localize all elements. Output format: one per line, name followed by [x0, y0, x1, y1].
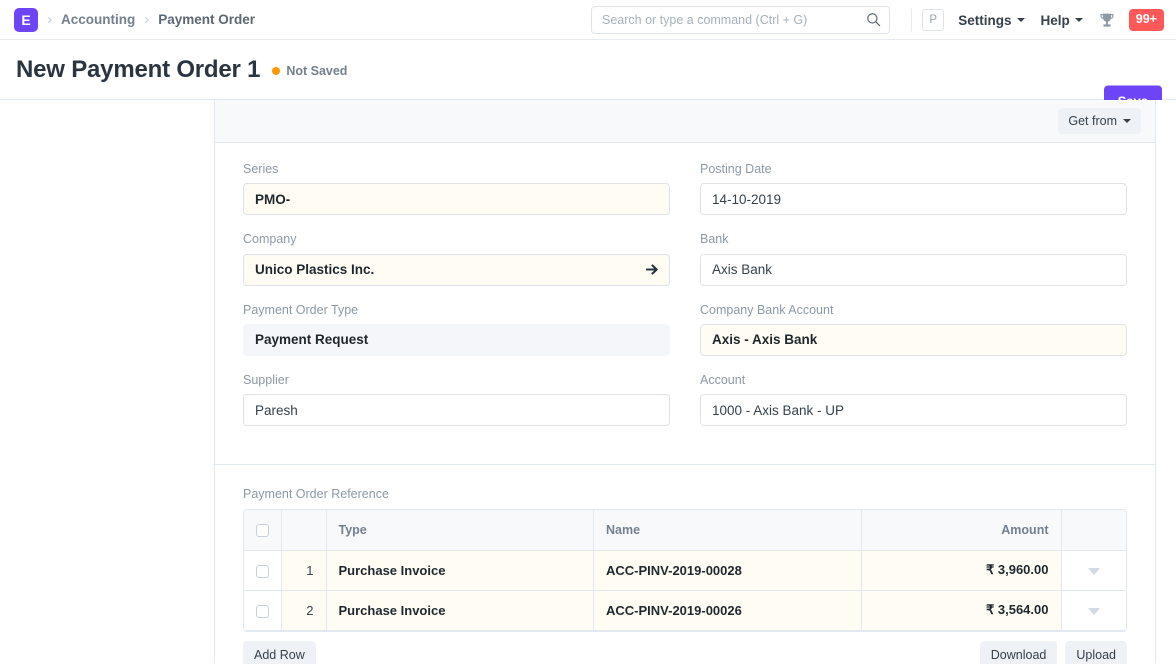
- field-label: Supplier: [243, 372, 289, 387]
- cell-type[interactable]: Purchase Invoice: [326, 550, 594, 591]
- grid-wrapper: Type Name Amount 1 Purchase Invoice ACC-…: [243, 509, 1127, 632]
- form-section: Series PMO- Posting Date 14-10-2019 Comp…: [215, 143, 1155, 465]
- breadcrumb-accounting[interactable]: Accounting: [61, 12, 135, 27]
- help-label: Help: [1040, 12, 1070, 28]
- search-container: [591, 6, 890, 34]
- column-header-name[interactable]: Name: [593, 510, 862, 551]
- field-account: Account 1000 - Axis Bank - UP: [700, 372, 1127, 426]
- grid-footer-actions: Download Upload: [979, 640, 1127, 664]
- row-index: 1: [281, 550, 327, 591]
- get-from-button[interactable]: Get from: [1058, 108, 1141, 134]
- table-body: 1 Purchase Invoice ACC-PINV-2019-00028 ₹…: [244, 550, 1126, 631]
- field-label: Account: [700, 372, 746, 387]
- page-title: New Payment Order 1: [16, 55, 261, 83]
- breadcrumb-payment-order[interactable]: Payment Order: [158, 12, 255, 27]
- navbar-right: P Settings Help 99+: [911, 0, 1164, 40]
- column-header-type[interactable]: Type: [326, 510, 594, 551]
- settings-label: Settings: [958, 12, 1012, 28]
- row-expand-cell[interactable]: [1061, 590, 1126, 631]
- row-expand-cell[interactable]: [1061, 550, 1126, 591]
- row-select-cell[interactable]: [244, 550, 282, 591]
- row-checkbox[interactable]: [255, 564, 269, 578]
- select-all-header[interactable]: [244, 510, 282, 551]
- chevron-down-icon: [1074, 18, 1083, 22]
- arrow-right-icon[interactable]: [646, 263, 659, 276]
- posting-date-input[interactable]: 14-10-2019: [700, 183, 1127, 216]
- field-label: Company Bank Account: [700, 302, 834, 317]
- content-area: Get from Series PMO- Posting Date 14-10-…: [0, 100, 1176, 664]
- bank-input[interactable]: Axis Bank: [700, 253, 1127, 286]
- breadcrumb-separator-icon: ›: [47, 11, 52, 28]
- table-header-row: Type Name Amount: [244, 510, 1126, 551]
- notification-badge[interactable]: 99+: [1128, 9, 1164, 31]
- page-titlebar: New Payment Order 1 Not Saved Save: [0, 40, 1176, 117]
- chevron-down-icon[interactable]: [1087, 607, 1100, 615]
- supplier-input[interactable]: Paresh: [243, 394, 670, 426]
- chevron-down-icon[interactable]: [1087, 567, 1100, 575]
- status-label: Not Saved: [286, 64, 348, 78]
- form-container: Get from Series PMO- Posting Date 14-10-…: [214, 100, 1156, 664]
- form-toolbar: Get from: [215, 100, 1155, 143]
- field-label: Series: [243, 162, 279, 176]
- company-bank-account-input[interactable]: Axis - Axis Bank: [700, 323, 1127, 356]
- table-row[interactable]: 2 Purchase Invoice ACC-PINV-2019-00026 ₹…: [244, 590, 1126, 631]
- chevron-down-icon: [1016, 18, 1025, 22]
- status-badge[interactable]: Not Saved: [272, 64, 347, 78]
- table-row[interactable]: 1 Purchase Invoice ACC-PINV-2019-00028 ₹…: [244, 550, 1126, 591]
- form-grid: Series PMO- Posting Date 14-10-2019 Comp…: [243, 161, 1127, 442]
- row-index-header: [281, 510, 327, 551]
- field-series: Series PMO-: [243, 161, 670, 216]
- upload-button[interactable]: Upload: [1065, 640, 1127, 664]
- settings-menu[interactable]: Settings: [958, 12, 1025, 28]
- row-checkbox[interactable]: [255, 604, 269, 618]
- field-payment-order-type: Payment Order Type Payment Request: [243, 302, 670, 356]
- cell-name[interactable]: ACC-PINV-2019-00028: [593, 550, 862, 591]
- navbar-divider: [911, 9, 913, 31]
- get-from-label: Get from: [1068, 114, 1117, 128]
- download-button[interactable]: Download: [979, 640, 1058, 664]
- row-index: 2: [281, 590, 327, 631]
- field-supplier: Supplier Paresh: [243, 372, 670, 426]
- avatar[interactable]: P: [922, 9, 945, 31]
- table-head: Type Name Amount: [244, 510, 1126, 551]
- column-header-amount[interactable]: Amount: [861, 510, 1062, 551]
- company-input[interactable]: Unico Plastics Inc.: [243, 253, 670, 286]
- payment-order-type-input[interactable]: Payment Request: [243, 323, 670, 356]
- cell-type[interactable]: Purchase Invoice: [326, 590, 594, 631]
- field-posting-date: Posting Date 14-10-2019: [700, 161, 1127, 216]
- search-input[interactable]: [591, 6, 890, 34]
- chevron-down-icon: [1123, 119, 1131, 123]
- cell-name[interactable]: ACC-PINV-2019-00026: [593, 590, 862, 631]
- cell-amount[interactable]: ₹ 3,564.00: [861, 590, 1062, 631]
- cell-amount[interactable]: ₹ 3,960.00: [861, 550, 1062, 591]
- add-row-button[interactable]: Add Row: [243, 640, 316, 664]
- account-input[interactable]: 1000 - Axis Bank - UP: [700, 394, 1127, 426]
- grid-label: Payment Order Reference: [243, 487, 389, 501]
- column-header-actions: [1061, 510, 1126, 551]
- field-company: Company Unico Plastics Inc.: [243, 231, 670, 286]
- payment-order-reference-table: Type Name Amount 1 Purchase Invoice ACC-…: [244, 510, 1126, 631]
- field-label: Posting Date: [700, 162, 772, 176]
- select-all-checkbox[interactable]: [255, 523, 269, 537]
- field-label: Payment Order Type: [243, 302, 359, 317]
- navbar: E › Accounting › Payment Order P Setting…: [0, 0, 1176, 40]
- app-logo[interactable]: E: [14, 7, 38, 32]
- trophy-icon[interactable]: [1099, 12, 1115, 29]
- field-label: Company: [243, 232, 297, 247]
- row-select-cell[interactable]: [244, 590, 282, 631]
- grid-footer: Add Row Download Upload: [243, 632, 1127, 664]
- breadcrumb-separator-icon: ›: [144, 11, 150, 28]
- company-value: Unico Plastics Inc.: [255, 262, 375, 277]
- payment-order-reference-section: Payment Order Reference Type Name Amount: [215, 465, 1155, 664]
- field-bank: Bank Axis Bank: [700, 231, 1127, 286]
- series-input[interactable]: PMO-: [243, 183, 670, 216]
- help-menu[interactable]: Help: [1041, 13, 1083, 28]
- field-company-bank-account: Company Bank Account Axis - Axis Bank: [700, 302, 1127, 356]
- status-dot-icon: [272, 67, 281, 75]
- field-label: Bank: [700, 232, 729, 247]
